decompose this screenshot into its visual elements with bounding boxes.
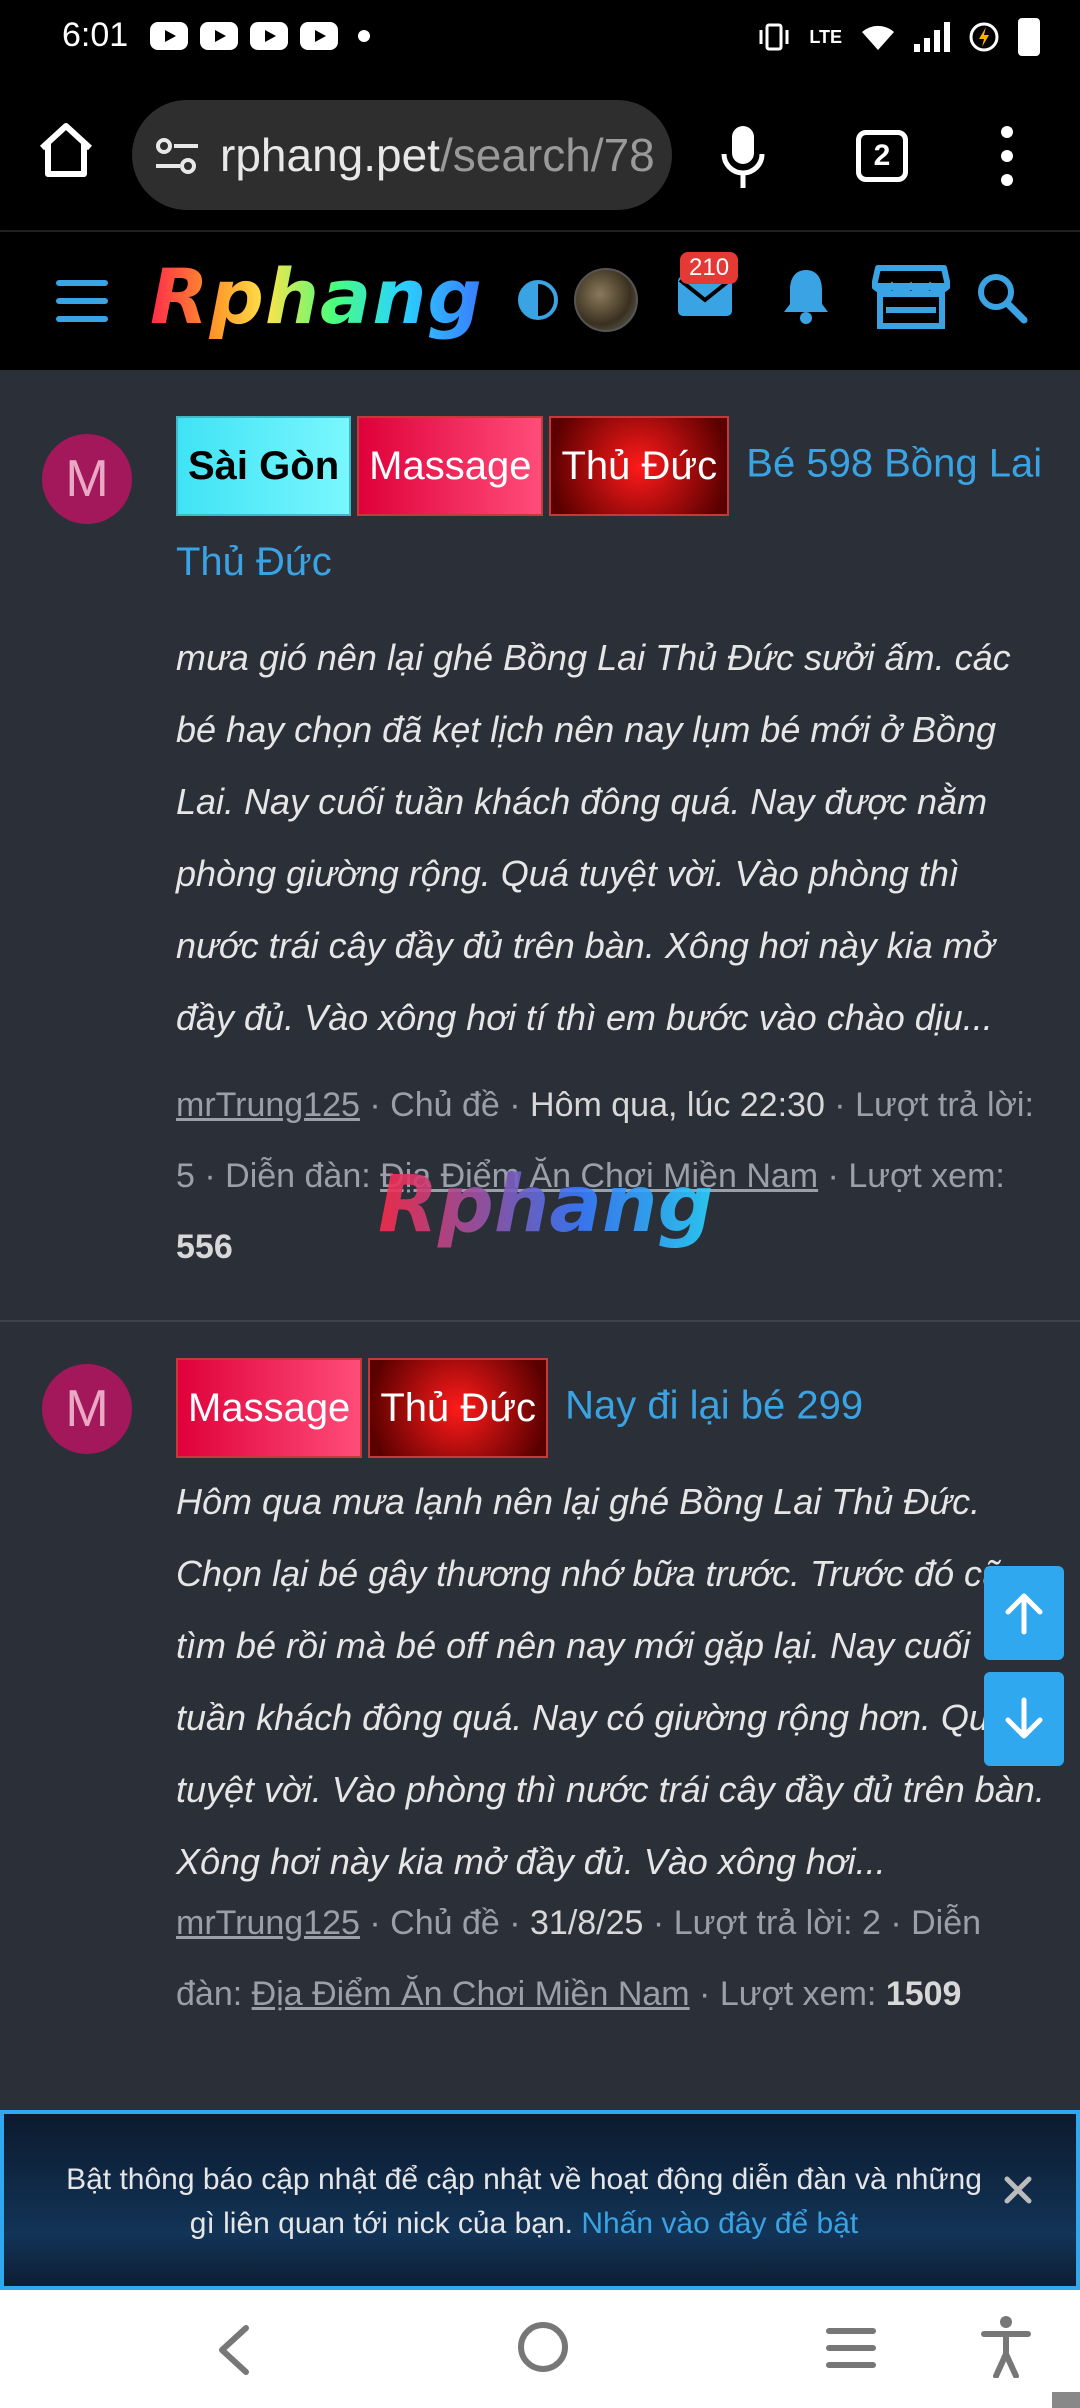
site-watermark: Rphang bbox=[378, 1160, 714, 1250]
result-title-link[interactable]: Nay đi lại bé 299 bbox=[565, 1384, 863, 1428]
wifi-icon bbox=[862, 25, 894, 50]
contrast-icon[interactable] bbox=[518, 280, 558, 320]
bell-icon[interactable] bbox=[778, 266, 834, 326]
status-bar: 6:01 LTE bbox=[0, 0, 1080, 78]
status-time: 6:01 bbox=[62, 16, 129, 54]
views-label: Lượt xem: bbox=[848, 1157, 1005, 1195]
forum-label: Diễn đàn: bbox=[225, 1157, 371, 1195]
push-notification-banner: Bật thông báo cập nhật để cập nhật về ho… bbox=[0, 2110, 1080, 2290]
notice-message: Bật thông báo cập nhật để cập nhật về ho… bbox=[54, 2158, 994, 2246]
youtube-icon bbox=[300, 22, 338, 50]
content-type: Chủ đề bbox=[390, 1904, 500, 1942]
system-icons: LTE bbox=[757, 18, 1040, 56]
scroll-top-button[interactable] bbox=[984, 1566, 1064, 1660]
post-date: Hôm qua, lúc 22:30 bbox=[530, 1086, 825, 1124]
store-icon[interactable] bbox=[872, 264, 950, 330]
battery-saver-icon bbox=[969, 22, 999, 52]
close-icon[interactable] bbox=[1002, 2174, 1034, 2206]
user-avatar[interactable] bbox=[574, 268, 638, 332]
network-type-label: LTE bbox=[809, 26, 842, 47]
avatar[interactable]: M bbox=[42, 434, 132, 524]
result-title-line: Sài Gòn Massage Thủ Đức Bé 598 Bồng Lai Th… bbox=[176, 416, 1056, 608]
battery-icon bbox=[1018, 18, 1040, 56]
arrow-up-icon bbox=[1005, 1593, 1043, 1635]
url-path: /search/78 bbox=[439, 129, 655, 181]
url-host: rphang.pet bbox=[220, 129, 440, 181]
result-excerpt: mưa gió nên lại ghé Bồng Lai Thủ Đức sưở… bbox=[176, 637, 1011, 1038]
nav-corner-handle bbox=[1052, 2392, 1080, 2408]
youtube-icon bbox=[250, 22, 288, 50]
inbox-count-badge: 210 bbox=[680, 252, 739, 284]
back-icon[interactable] bbox=[210, 2322, 260, 2378]
home-icon[interactable] bbox=[34, 118, 98, 182]
views-label: Lượt xem: bbox=[719, 1975, 877, 2013]
notification-icons bbox=[150, 22, 370, 50]
author-link[interactable]: mrTrung125 bbox=[176, 1086, 360, 1124]
result-title-line: Massage Thủ Đức Nay đi lại bé 299 bbox=[176, 1358, 1056, 1458]
vibrate-icon bbox=[759, 23, 789, 51]
author-link[interactable]: mrTrung125 bbox=[176, 1904, 360, 1942]
tag-thu-duc[interactable]: Thủ Đức bbox=[368, 1358, 549, 1458]
more-vert-icon[interactable] bbox=[1000, 126, 1014, 186]
accessibility-icon[interactable] bbox=[978, 2314, 1034, 2378]
youtube-icon bbox=[150, 22, 188, 50]
more-notifications-dot bbox=[358, 30, 370, 42]
result-meta: mrTrung125 · Chủ đề · 31/8/25 · Lượt trả… bbox=[176, 1904, 982, 2013]
forum-link[interactable]: Địa Điểm Ăn Chơi Miền Nam bbox=[252, 1975, 690, 2013]
view-count: 556 bbox=[176, 1228, 233, 1266]
reply-count: Lượt trả lời: 2 bbox=[673, 1904, 881, 1942]
search-result-item[interactable]: M Massage Thủ Đức Nay đi lại bé 299 Hôm q… bbox=[0, 1322, 1080, 2110]
avatar[interactable]: M bbox=[42, 1364, 132, 1454]
recents-icon[interactable] bbox=[826, 2328, 876, 2368]
result-excerpt: Hôm qua mưa lạnh nên lại ghé Bồng Lai Th… bbox=[176, 1481, 1045, 1882]
mic-icon[interactable] bbox=[718, 124, 768, 190]
tag-thu-duc[interactable]: Thủ Đức bbox=[549, 416, 730, 516]
site-header: Rphang 210 bbox=[0, 232, 1080, 370]
youtube-icon bbox=[200, 22, 238, 50]
post-date: 31/8/25 bbox=[530, 1904, 644, 1942]
system-nav-bar bbox=[0, 2290, 1080, 2408]
tab-switcher-button[interactable]: 2 bbox=[856, 130, 908, 182]
hamburger-icon[interactable] bbox=[56, 280, 108, 322]
signal-icon bbox=[914, 22, 950, 52]
tag-sai-gon[interactable]: Sài Gòn bbox=[176, 416, 352, 516]
site-settings-icon[interactable] bbox=[154, 136, 200, 176]
tag-massage[interactable]: Massage bbox=[176, 1358, 363, 1458]
browser-toolbar: rphang.pet/search/78 2 bbox=[0, 78, 1080, 232]
arrow-down-icon bbox=[1005, 1697, 1043, 1739]
scroll-bottom-button[interactable] bbox=[984, 1672, 1064, 1766]
enable-notifications-link[interactable]: Nhấn vào đây để bật bbox=[581, 2207, 858, 2240]
content-type: Chủ đề bbox=[390, 1086, 500, 1124]
view-count: 1509 bbox=[885, 1975, 962, 2013]
address-bar[interactable]: rphang.pet/search/78 bbox=[132, 100, 672, 210]
site-logo[interactable]: Rphang bbox=[150, 252, 483, 341]
url-text[interactable]: rphang.pet/search/78 bbox=[220, 128, 660, 182]
search-icon[interactable] bbox=[976, 272, 1028, 324]
tag-massage[interactable]: Massage bbox=[357, 416, 544, 516]
home-nav-icon[interactable] bbox=[518, 2322, 568, 2372]
